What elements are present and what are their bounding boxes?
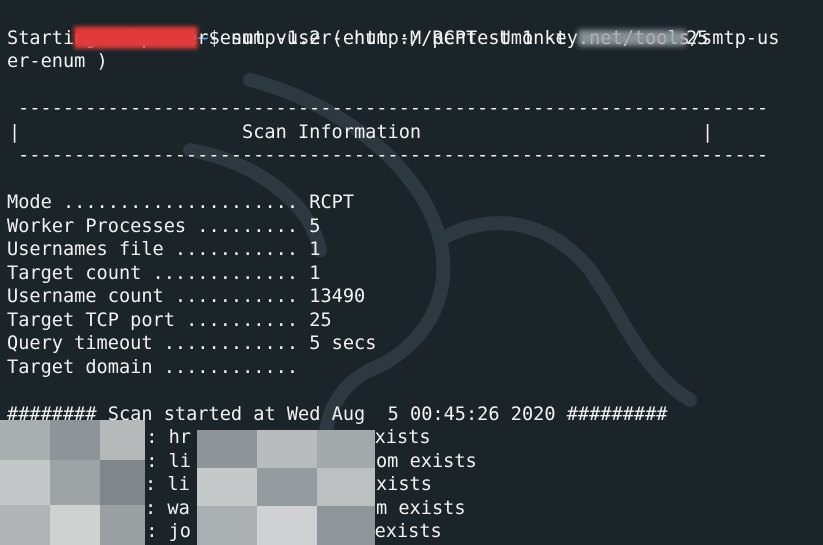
scan-info-row: Target count ............. 1 [7, 262, 823, 286]
scan-info-key: Target count ............. [7, 262, 299, 284]
terminal-output: ███████████~$ smtp-user-enum -M RCPT -U … [7, 3, 823, 544]
scan-info-row: Target domain ............ [7, 356, 823, 380]
result-visible-prefix: 5: jo [135, 521, 191, 542]
scan-info-value: 5 [309, 215, 321, 237]
result-visible-prefix: : wa [145, 497, 190, 519]
scan-started-line: ######## Scan started at Wed Aug 5 00:45… [7, 403, 668, 425]
result-visible-suffix: om exists [375, 450, 477, 472]
result-line: : wa om exists [7, 497, 823, 521]
scan-info-key: Target domain ............ [7, 356, 299, 378]
scan-info-key: Query timeout ............ [7, 333, 299, 354]
prompt-line: ███████████~$ smtp-user-enum -M RCPT -U … [7, 3, 823, 49]
banner-top-rule: ----------------------------------------… [18, 98, 769, 119]
scan-info-row: Query timeout ............ 5 secs [7, 332, 823, 356]
scan-info-row: Mode ..................... RCPT [7, 191, 823, 215]
scan-info-row: Usernames file ........... 1 [7, 238, 823, 262]
scan-info-key: Username count ........... [7, 286, 299, 307]
scan-info-row: Target TCP port .......... 25 [7, 309, 823, 333]
banner-bottom-rule: ----------------------------------------… [18, 145, 769, 166]
scan-info-row: Worker Processes ......... 5 [7, 215, 823, 239]
scan-info-row: Username count ........... 13490 [7, 285, 823, 309]
result-visible-prefix: : li [145, 474, 190, 495]
scan-info-value: 1 [309, 239, 321, 260]
result-visible-suffix: exists [364, 474, 432, 495]
scan-info-value: 13490 [309, 286, 366, 307]
result-visible-suffix: om exists [340, 521, 442, 542]
prompt-user-host: ███████████ [74, 27, 198, 49]
banner-right-bar: | [702, 121, 714, 143]
starting-line-wrap: er-enum ) [7, 51, 108, 72]
scan-info-key: Target TCP port .......... [7, 309, 299, 331]
result-visible-prefix: 5: li [135, 450, 191, 472]
result-line: : li exists [7, 473, 823, 497]
result-visible-suffix: om exists [364, 497, 466, 519]
result-line: 5: li om exists [7, 450, 823, 474]
result-visible-suffix: n exists [340, 427, 431, 448]
banner-title-row: | Scan Information | [7, 121, 823, 145]
scan-info-value: 5 secs [309, 333, 377, 354]
banner-left-bar: | [9, 121, 21, 143]
scan-info-value: 1 [309, 262, 321, 284]
result-visible-prefix: 5: hr [135, 427, 191, 448]
scan-info-value: 25 [309, 309, 332, 331]
scan-info-key: Usernames file ........... [7, 239, 299, 260]
redacted-target-host [577, 30, 686, 46]
scan-info-value: RCPT [309, 192, 355, 213]
result-line: 5: hr n exists [7, 426, 823, 450]
terminal-window[interactable]: ███████████~$ smtp-user-enum -M RCPT -U … [0, 0, 823, 545]
banner-title: Scan Information [242, 121, 422, 143]
result-line: 5: jo om exists [7, 520, 823, 544]
